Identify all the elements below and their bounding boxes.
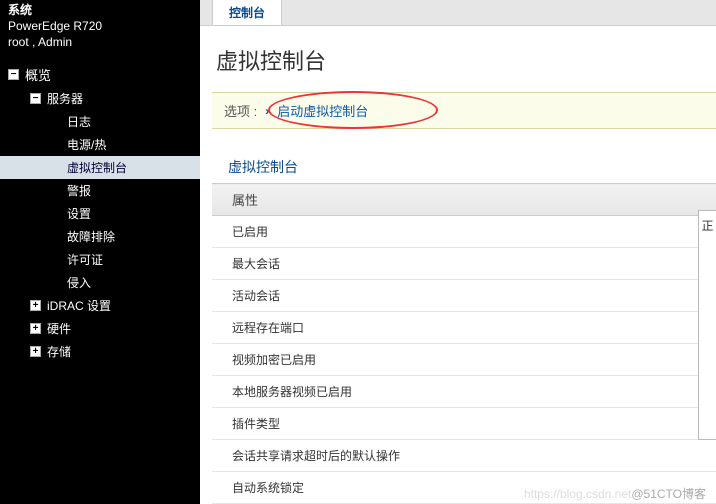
tree-hardware[interactable]: 硬件 [0, 317, 200, 340]
column-header: 属性 [212, 184, 716, 216]
tree-idrac[interactable]: iDRAC 设置 [0, 294, 200, 317]
tree-item-log[interactable]: 日志 [0, 110, 200, 133]
table-row: 自动系统锁定 [212, 472, 716, 504]
chevron-right-icon: › [265, 104, 269, 118]
page-title: 虚拟控制台 [212, 38, 716, 92]
table-row: 活动会话 [212, 280, 716, 312]
tree-item-alert[interactable]: 警报 [0, 179, 200, 202]
system-model: PowerEdge R720 [8, 18, 192, 34]
table-row: 会话共享请求超时后的默认操作 [212, 440, 716, 472]
system-user: root , Admin [8, 34, 192, 50]
tree-item-license[interactable]: 许可证 [0, 248, 200, 271]
tree-item-intrusion[interactable]: 侵入 [0, 271, 200, 294]
tab-bar: 控制台 [200, 0, 716, 26]
sidebar: 系统 PowerEdge R720 root , Admin 概览 服务器 日志… [0, 0, 200, 504]
tree-item-settings[interactable]: 设置 [0, 202, 200, 225]
tree-server[interactable]: 服务器 [0, 87, 200, 110]
table-row: 本地服务器视频已启用 [212, 376, 716, 408]
system-header: 系统 PowerEdge R720 root , Admin [0, 0, 200, 58]
section-title: 虚拟控制台 [212, 157, 716, 183]
tree-item-power[interactable]: 电源/热 [0, 133, 200, 156]
table-row: 最大会话 [212, 248, 716, 280]
tree-storage[interactable]: 存储 [0, 340, 200, 363]
options-bar: 选项 : › 启动虚拟控制台 [212, 92, 716, 129]
right-panel-peek[interactable]: 正 [698, 210, 716, 440]
options-label: 选项 : [224, 101, 257, 120]
table-row: 已启用 [212, 216, 716, 248]
tree-overview[interactable]: 概览 [0, 62, 200, 87]
table-row: 远程存在端口 [212, 312, 716, 344]
expand-icon[interactable] [30, 323, 41, 334]
expand-icon[interactable] [30, 346, 41, 357]
expand-icon[interactable] [30, 300, 41, 311]
tree-item-trouble[interactable]: 故障排除 [0, 225, 200, 248]
collapse-icon[interactable] [8, 69, 19, 80]
tree-item-vconsole[interactable]: 虚拟控制台 [0, 156, 200, 179]
nav-tree: 概览 服务器 日志 电源/热 虚拟控制台 警报 设置 故障排除 [0, 58, 200, 367]
launch-vconsole-link[interactable]: 启动虚拟控制台 [277, 101, 368, 120]
table-header-row: 属性 [212, 184, 716, 216]
system-label: 系统 [8, 2, 192, 18]
properties-table: 属性 已启用 最大会话 活动会话 远程存在端口 视频加密已启用 本地服务器视频已… [212, 183, 716, 504]
table-row: 插件类型 [212, 408, 716, 440]
table-row: 视频加密已启用 [212, 344, 716, 376]
collapse-icon[interactable] [30, 93, 41, 104]
main-panel: 控制台 虚拟控制台 选项 : › 启动虚拟控制台 虚拟控制台 属性 已启用 最大… [200, 0, 716, 504]
tab-console[interactable]: 控制台 [212, 0, 282, 25]
